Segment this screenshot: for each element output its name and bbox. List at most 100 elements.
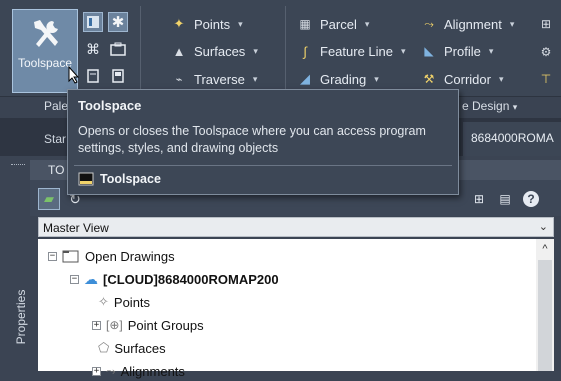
assembly-icon: ⚙ [540,45,552,59]
view-select[interactable]: Master View ⌄ [38,217,554,237]
scroll-thumb[interactable] [538,260,552,371]
corridor-label: Corridor [444,71,491,87]
prospector-tree: − Open Drawings − ☁ [CLOUD]8684000ROMAP2… [38,239,554,379]
design-panel-label[interactable]: e Design ▾ [462,99,517,113]
reports-button[interactable] [83,66,103,86]
tree-label: Point Groups [127,317,204,333]
item-view-button[interactable]: ⊞ [468,188,490,210]
alignment-icon: ⤳ [424,16,434,31]
parcel-icon: ▦ [299,17,311,31]
help-icon: ? [523,191,539,207]
feature-line-label: Feature Line [320,43,393,59]
expand-icon[interactable]: + [92,320,101,330]
master-view-toggle-button[interactable]: ▰ [38,188,60,210]
toolspace-icon [34,20,58,47]
scroll-up-icon[interactable]: ^ [536,243,554,257]
command-icon [78,172,94,186]
properties-tab-label: Properties [14,289,28,345]
grading-label: Grading [320,71,367,87]
tab-start[interactable]: Star [44,132,66,146]
tooltip-description: Opens or closes the Toolspace where you … [78,124,426,155]
points-icon: ✧ [98,294,109,309]
tree-label: Surfaces [114,340,166,356]
tab-drawing[interactable]: 8684000ROMA [463,122,561,156]
tree-label: Open Drawings [85,248,175,264]
expand-icon[interactable]: + [92,366,101,376]
parcel-label: Parcel [320,16,357,32]
design-panel-text: e Design [462,99,510,113]
assembly-button[interactable]: ⚙ [536,42,556,62]
cursor-icon [68,66,80,84]
collapse-icon[interactable]: − [70,274,79,284]
survey-button[interactable]: ⌘ [83,39,103,59]
panorama-button[interactable] [108,66,128,86]
surfaces-icon: ▲ [172,43,186,59]
tree-node-open-drawings[interactable]: − Open Drawings [48,246,175,266]
traverse-menu[interactable]: ⌁ Traverse ▾ [170,71,258,87]
ribbon-separator [285,6,286,92]
feature-line-icon: ∫ [303,43,307,59]
toolbox-button[interactable] [108,39,128,59]
view-select-value: Master View [43,221,109,235]
tree-node-alignments[interactable]: + ⤳ Alignments [92,361,185,381]
item-view-icon: ⊞ [473,192,485,206]
prospector-button[interactable] [83,12,103,32]
alignment-menu[interactable]: ⤳ Alignment ▾ [420,16,514,32]
tree-node-points[interactable]: ✧ Points [98,292,150,312]
panorama-icon [112,69,124,83]
alignments-icon: ⤳ [106,363,116,378]
tree-node-point-groups[interactable]: + [⊕] Point Groups [92,315,204,335]
reports-icon [87,69,99,83]
chevron-down-icon: ▾ [252,73,258,84]
profile-icon: ◣ [424,44,434,58]
tree-node-surfaces[interactable]: ⬠ Surfaces [98,338,166,358]
tab-drawing-label: 8684000ROMA [471,131,554,145]
intersection-icon: ⊞ [540,17,552,31]
parcel-menu[interactable]: ▦ Parcel ▾ [296,16,369,32]
chevron-down-icon: ▾ [401,45,406,56]
grading-menu[interactable]: ◢ Grading ▾ [296,71,379,87]
survey-icon: ⌘ [86,40,100,57]
gear-icon: ✱ [111,14,125,31]
settings-button[interactable]: ✱ [108,12,128,32]
ribbon-separator [140,6,141,92]
traverse-icon: ⌁ [175,73,183,86]
collapse-icon[interactable]: − [48,251,57,261]
properties-tab[interactable]: Properties [8,160,30,368]
tooltip-title: Toolspace [78,98,142,113]
tree-label: Points [113,294,151,310]
chevron-down-icon: ⌄ [538,221,548,233]
book-icon: ▰ [44,191,54,206]
chevron-down-icon: ▾ [512,102,518,112]
grading-icon: ◢ [300,71,310,86]
tooltip-command-label: Toolspace [100,172,161,186]
tooltip-divider [74,165,452,166]
list-view-button[interactable]: ▤ [494,188,516,210]
chevron-down-icon: ▾ [488,45,494,56]
tree-label: Alignments [120,363,185,379]
tree-node-drawing[interactable]: − ☁ [CLOUD]8684000ROMAP200 [70,269,279,289]
traverse-label: Traverse [194,71,245,87]
points-menu[interactable]: ✦ Points ▾ [170,16,243,32]
drawings-folder-icon [62,250,79,263]
grip-icon[interactable] [11,164,25,168]
points-label: Points [194,16,231,32]
toolbox-icon [110,42,126,56]
palette-title: TO [48,163,65,177]
alignment-label: Alignment [444,16,502,32]
intersection-button[interactable]: ⊞ [536,14,556,34]
corridor-menu[interactable]: ⚒ Corridor ▾ [420,71,504,87]
palettes-panel-label[interactable]: Pale [44,99,68,113]
chevron-down-icon: ▾ [509,18,515,29]
pipe-network-button[interactable]: ⊤ [536,69,556,89]
toolspace-tooltip: Toolspace Opens or closes the Toolspace … [67,89,459,195]
profile-menu[interactable]: ◣ Profile ▾ [420,43,493,59]
corridor-icon: ⚒ [423,72,435,86]
feature-line-menu[interactable]: ∫ Feature Line ▾ [296,43,406,59]
cloud-drawing-icon: ☁ [84,270,98,287]
help-button[interactable]: ? [520,188,542,210]
surfaces-menu[interactable]: ▲ Surfaces ▾ [170,43,258,59]
chevron-down-icon: ▾ [498,73,504,84]
chevron-down-icon: ▾ [374,73,379,84]
tree-label: [CLOUD]8684000ROMAP200 [103,271,279,287]
